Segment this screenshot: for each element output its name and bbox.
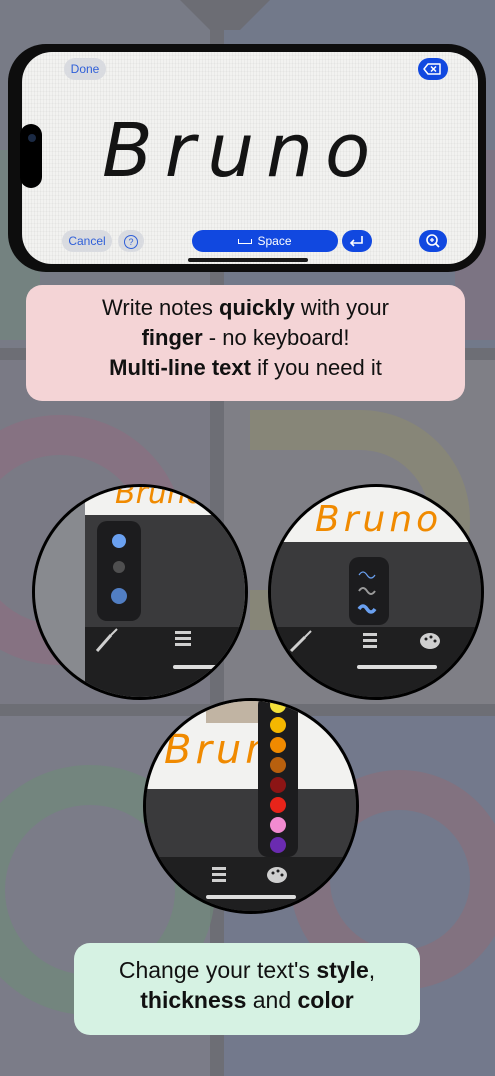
style-splatter-option[interactable] <box>111 588 127 604</box>
help-icon: ? <box>124 235 138 249</box>
done-button[interactable]: Done <box>64 58 106 80</box>
space-button[interactable]: Space <box>192 230 338 252</box>
color-swatch[interactable] <box>270 737 286 753</box>
zoom-button[interactable] <box>419 230 447 252</box>
space-label: Space <box>257 234 292 248</box>
home-indicator <box>188 258 308 262</box>
palette-icon[interactable] <box>420 633 440 649</box>
color-options-preview: Bruno <box>143 698 359 914</box>
help-button[interactable]: ? <box>118 230 144 252</box>
color-swatch[interactable] <box>270 797 286 813</box>
phone-frame: Done Bruno Cancel ? Space <box>8 44 486 272</box>
style-blur-option[interactable] <box>113 561 125 573</box>
color-swatch[interactable] <box>270 837 286 853</box>
palette-icon[interactable] <box>267 867 287 883</box>
dynamic-island <box>20 124 42 188</box>
cancel-button[interactable]: Cancel <box>62 230 112 252</box>
lines-icon[interactable] <box>212 867 226 882</box>
handwriting-text: Bruno <box>102 108 382 194</box>
return-icon <box>349 236 363 247</box>
thickness-options-preview: Bruno <box>268 484 484 700</box>
delete-icon <box>423 63 441 75</box>
zoom-icon <box>426 234 440 248</box>
color-swatch[interactable] <box>270 777 286 793</box>
feature-caption-bottom: Change your text's style, thickness and … <box>74 943 420 1035</box>
color-swatch[interactable] <box>270 817 286 833</box>
space-bar-icon <box>238 239 253 245</box>
handwriting-preview-text-2: Bruno <box>315 499 442 540</box>
feature-caption-top: Write notes quickly with your finger - n… <box>26 285 465 401</box>
style-options-preview: Bruno <box>32 484 248 700</box>
handwriting-preview-text: Bruno <box>115 487 204 511</box>
handwriting-editor-screen: Done Bruno Cancel ? Space <box>22 52 478 264</box>
color-swatch[interactable] <box>270 717 286 733</box>
lines-icon[interactable] <box>175 631 191 646</box>
lines-icon[interactable] <box>363 633 377 648</box>
handwriting-canvas[interactable]: Bruno <box>92 96 412 206</box>
style-solid-option[interactable] <box>112 534 126 548</box>
return-button[interactable] <box>342 230 372 252</box>
color-swatch[interactable] <box>270 757 286 773</box>
delete-button[interactable] <box>418 58 448 80</box>
